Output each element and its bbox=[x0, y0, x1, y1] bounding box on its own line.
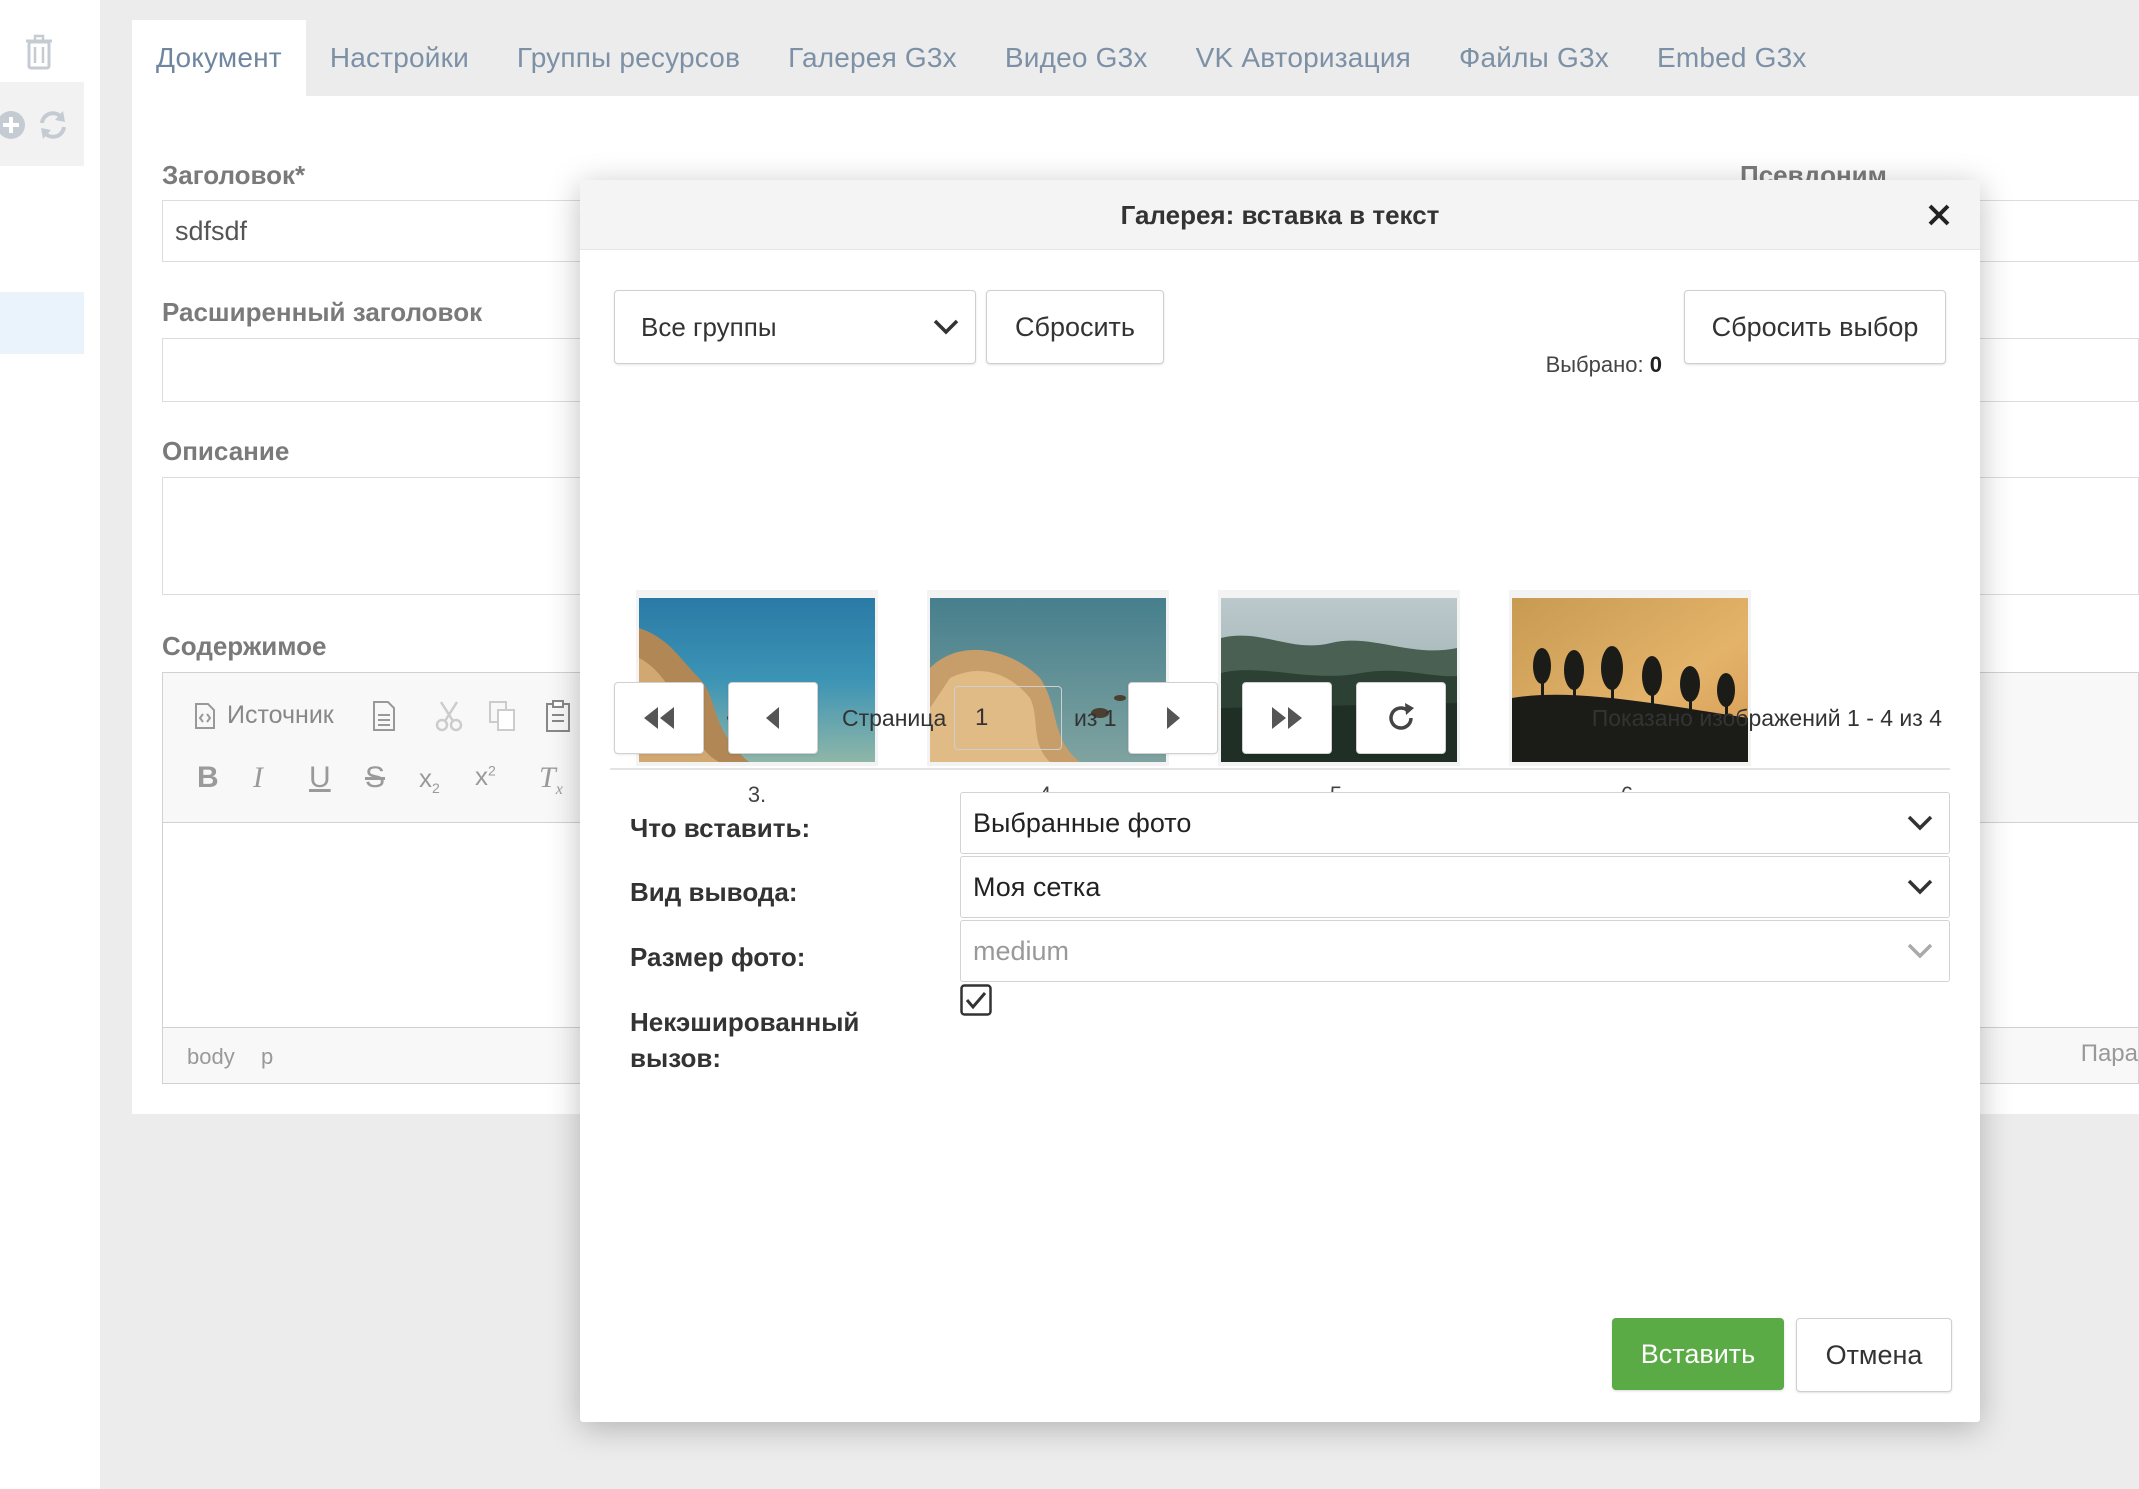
view-type-select[interactable]: Моя сетка bbox=[960, 856, 1950, 918]
divider bbox=[610, 768, 1950, 770]
bold-button[interactable]: B bbox=[197, 761, 219, 795]
chevron-down-icon bbox=[933, 319, 959, 335]
paste-icon[interactable] bbox=[543, 699, 575, 733]
uncached-label: Некэшированный вызов: bbox=[630, 1004, 859, 1076]
modal-title: Галерея: вставка в текст bbox=[1120, 200, 1440, 230]
page-input[interactable]: 1 bbox=[954, 686, 1062, 750]
path-p[interactable]: p bbox=[261, 1044, 273, 1070]
showing-count: Показано изображений 1 - 4 из 4 bbox=[1591, 705, 1942, 731]
tab-settings[interactable]: Настройки bbox=[306, 20, 493, 96]
insert-button[interactable]: Вставить bbox=[1612, 1318, 1784, 1390]
editor-right-text: Пара bbox=[2080, 1040, 2138, 1067]
refresh-icon[interactable] bbox=[36, 108, 70, 142]
copy-icon[interactable] bbox=[487, 699, 519, 733]
page-label: Страница bbox=[842, 705, 947, 731]
source-button[interactable]: Источник bbox=[193, 701, 334, 730]
cut-icon[interactable] bbox=[433, 699, 465, 733]
add-icon[interactable] bbox=[0, 108, 28, 142]
thumb-caption: 3. bbox=[747, 782, 767, 807]
what-insert-select[interactable]: Выбранные фото bbox=[960, 792, 1950, 854]
document-tabs: Документ Настройки Группы ресурсов Галер… bbox=[132, 20, 1831, 96]
title-label: Заголовок* bbox=[162, 160, 306, 190]
reset-button[interactable]: Сбросить bbox=[986, 290, 1164, 364]
chevron-down-icon bbox=[1907, 943, 1933, 959]
selected-label: Выбрано: bbox=[1545, 352, 1644, 377]
rail-active-item[interactable] bbox=[0, 292, 84, 354]
what-insert-label: Что вставить: bbox=[630, 813, 811, 843]
left-rail bbox=[0, 0, 100, 1489]
selected-count: Выбрано: 0 bbox=[1546, 352, 1662, 378]
double-left-icon bbox=[644, 707, 674, 729]
italic-button[interactable]: I bbox=[253, 761, 263, 795]
tab-vk-auth[interactable]: VK Авторизация bbox=[1172, 20, 1435, 96]
strike-button[interactable]: S bbox=[365, 761, 385, 795]
next-page-button[interactable] bbox=[1128, 682, 1218, 754]
photo-size-value: medium bbox=[973, 935, 1070, 966]
description-label: Описание bbox=[162, 436, 290, 466]
chevron-down-icon bbox=[1907, 815, 1933, 831]
subscript-button[interactable]: x2 bbox=[419, 763, 440, 796]
tab-document[interactable]: Документ bbox=[132, 20, 306, 96]
superscript-button[interactable]: x2 bbox=[475, 761, 496, 792]
view-type-label: Вид вывода: bbox=[630, 877, 798, 907]
uncached-label-line2: вызов: bbox=[630, 1043, 721, 1073]
double-right-icon bbox=[1272, 707, 1302, 729]
trash-icon[interactable] bbox=[24, 34, 54, 70]
close-icon[interactable] bbox=[1922, 198, 1956, 232]
right-icon bbox=[1167, 707, 1180, 729]
tab-video-g3x[interactable]: Видео G3x bbox=[981, 20, 1172, 96]
path-body[interactable]: body bbox=[187, 1044, 235, 1070]
reset-selection-button[interactable]: Сбросить выбор bbox=[1684, 290, 1946, 364]
tab-files-g3x[interactable]: Файлы G3x bbox=[1435, 20, 1633, 96]
group-select-value: Все группы bbox=[641, 311, 777, 342]
photo-size-select[interactable]: medium bbox=[960, 920, 1950, 982]
tab-embed-g3x[interactable]: Embed G3x bbox=[1633, 20, 1831, 96]
uncached-checkbox[interactable] bbox=[960, 984, 992, 1016]
rail-toolbar bbox=[0, 82, 84, 166]
longtitle-label: Расширенный заголовок bbox=[162, 297, 483, 327]
photo-size-label: Размер фото: bbox=[630, 942, 806, 972]
page-total: из 1 bbox=[1074, 705, 1117, 731]
new-page-icon[interactable] bbox=[369, 699, 399, 733]
tab-resource-groups[interactable]: Группы ресурсов bbox=[493, 20, 764, 96]
last-page-button[interactable] bbox=[1242, 682, 1332, 754]
gallery-insert-modal: Галерея: вставка в текст Все группы Сбро… bbox=[580, 180, 1980, 1422]
first-page-button[interactable] bbox=[614, 682, 704, 754]
view-type-value: Моя сетка bbox=[973, 871, 1101, 902]
left-icon bbox=[766, 707, 779, 729]
uncached-label-line1: Некэшированный bbox=[630, 1007, 860, 1037]
source-label: Источник bbox=[227, 701, 334, 729]
what-insert-value: Выбранные фото bbox=[973, 807, 1192, 838]
source-icon bbox=[195, 702, 215, 729]
image-sunset-trees bbox=[1512, 598, 1748, 762]
reload-button[interactable] bbox=[1356, 682, 1446, 754]
chevron-down-icon bbox=[1907, 879, 1933, 895]
group-select[interactable]: Все группы bbox=[614, 290, 976, 364]
prev-page-button[interactable] bbox=[728, 682, 818, 754]
reload-icon bbox=[1389, 703, 1414, 730]
selected-count-value: 0 bbox=[1649, 352, 1662, 377]
gallery-thumb[interactable] bbox=[1509, 590, 1751, 766]
modal-header: Галерея: вставка в текст bbox=[580, 180, 1980, 250]
content-label: Содержимое bbox=[162, 631, 327, 661]
tab-gallery-g3x[interactable]: Галерея G3x bbox=[764, 20, 981, 96]
underline-button[interactable]: U bbox=[309, 761, 331, 795]
cancel-button[interactable]: Отмена bbox=[1796, 1318, 1952, 1392]
remove-format-button[interactable]: Tx bbox=[539, 761, 563, 799]
